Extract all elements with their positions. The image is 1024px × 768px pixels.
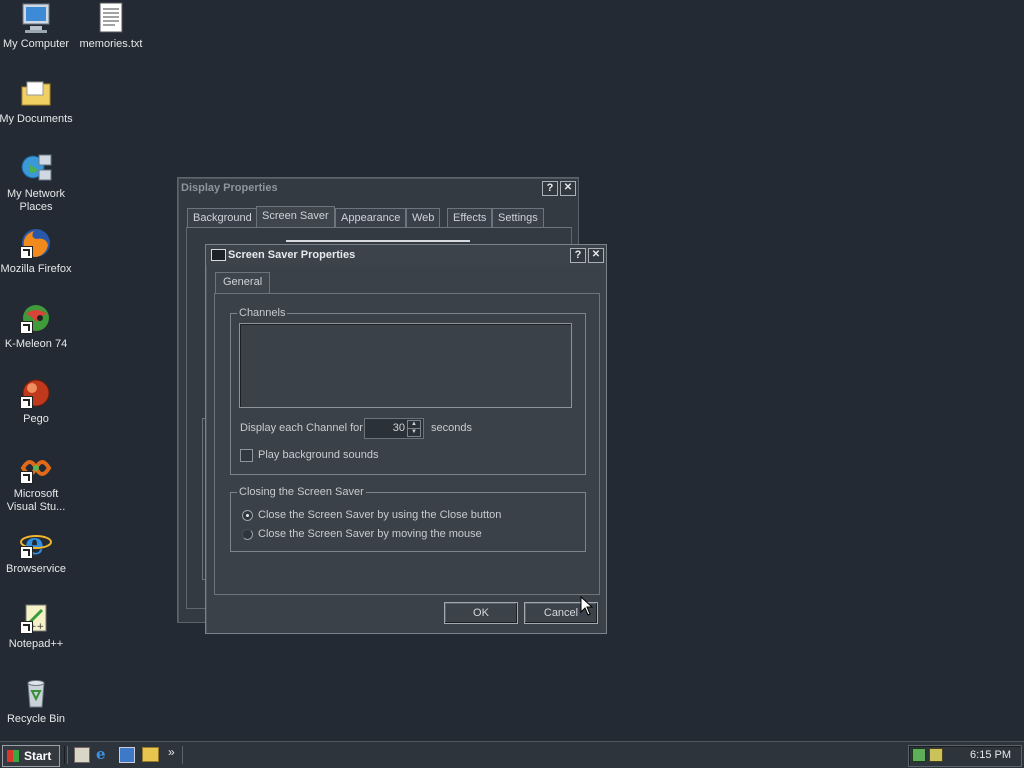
desktop-icon-browservice[interactable]: e Browservice bbox=[0, 527, 74, 576]
close-button[interactable]: ✕ bbox=[560, 181, 576, 196]
play-sounds-label: Play background sounds bbox=[258, 449, 379, 461]
desktop-icon-firefox[interactable]: Mozilla Firefox bbox=[0, 227, 74, 276]
monitor-preview-edge bbox=[286, 240, 470, 242]
taskbar: Start e » 6:15 PM bbox=[0, 741, 1024, 768]
quick-launch-separator bbox=[64, 746, 68, 764]
desktop-icon-label: Pego bbox=[23, 413, 49, 425]
channel-seconds-spinner[interactable]: 30 ▲ ▼ bbox=[364, 418, 424, 439]
radio-close-button[interactable] bbox=[242, 510, 253, 521]
help-button[interactable]: ? bbox=[542, 181, 558, 196]
visual-studio-icon bbox=[20, 452, 52, 484]
radio-move-mouse-label: Close the Screen Saver by moving the mou… bbox=[258, 528, 482, 540]
windows-explorer-icon[interactable] bbox=[142, 747, 159, 762]
desktop-icon-k-meleon[interactable]: K-Meleon 74 bbox=[0, 302, 74, 351]
quick-launch-chevron[interactable]: » bbox=[168, 745, 175, 759]
display-each-channel-label: Display each Channel for bbox=[240, 422, 363, 434]
quick-launch-bar: e » bbox=[72, 745, 182, 764]
mouse-cursor-icon bbox=[580, 595, 594, 616]
volume-tray-icon[interactable] bbox=[929, 748, 943, 762]
internet-explorer-quick-icon[interactable]: e bbox=[96, 746, 112, 762]
shortcut-arrow-icon bbox=[20, 546, 33, 559]
desktop-icon-my-computer[interactable]: My Computer bbox=[0, 2, 74, 51]
tab-settings[interactable]: Settings bbox=[492, 208, 544, 227]
system-tray: 6:15 PM bbox=[908, 745, 1022, 767]
radio-selected-dot bbox=[246, 514, 249, 517]
desktop-icon-label: memories.txt bbox=[79, 38, 143, 50]
screen-saver-window-icon bbox=[211, 249, 226, 261]
play-sounds-checkbox[interactable] bbox=[240, 449, 253, 462]
radio-move-mouse[interactable] bbox=[242, 529, 253, 540]
taskbar-separator bbox=[182, 746, 185, 764]
desktop-icon-memories[interactable]: memories.txt bbox=[73, 2, 149, 51]
firefox-icon bbox=[20, 227, 52, 259]
start-label: Start bbox=[24, 749, 52, 763]
shortcut-arrow-icon bbox=[20, 621, 33, 634]
desktop-icon-label: My Network Places bbox=[6, 188, 66, 213]
recycle-bin-icon bbox=[20, 677, 52, 709]
spinner-down-icon[interactable]: ▼ bbox=[407, 428, 421, 437]
ok-button[interactable]: OK bbox=[444, 602, 518, 624]
shortcut-arrow-icon bbox=[20, 471, 33, 484]
desktop-icon-my-documents[interactable]: My Documents bbox=[0, 77, 74, 126]
radio-close-button-label: Close the Screen Saver by using the Clos… bbox=[258, 509, 502, 521]
notepad-plus-plus-icon: ++ bbox=[20, 602, 52, 634]
desktop-icon-label: My Computer bbox=[2, 38, 70, 50]
closing-group: Closing the Screen Saver Close the Scree… bbox=[230, 486, 586, 552]
desktop-icon-visual-studio[interactable]: Microsoft Visual Stu... bbox=[0, 452, 74, 514]
outlook-express-icon[interactable] bbox=[119, 747, 135, 763]
help-button[interactable]: ? bbox=[570, 248, 586, 263]
desktop-icon-label: Notepad++ bbox=[8, 638, 64, 650]
desktop-icon-recycle-bin[interactable]: Recycle Bin bbox=[0, 677, 74, 726]
clock[interactable]: 6:15 PM bbox=[970, 749, 1011, 761]
channels-list[interactable] bbox=[239, 323, 572, 408]
shortcut-arrow-icon bbox=[20, 321, 33, 334]
close-button[interactable]: ✕ bbox=[588, 248, 604, 263]
tab-general[interactable]: General bbox=[215, 272, 271, 294]
window-title: Display Properties bbox=[181, 182, 278, 194]
dialog-title: Screen Saver Properties bbox=[228, 249, 356, 261]
screen-saver-titlebar[interactable]: Screen Saver Properties ? ✕ bbox=[206, 245, 606, 265]
folder-icon bbox=[20, 77, 52, 109]
desktop-icon-label: Mozilla Firefox bbox=[0, 263, 72, 275]
desktop-icon-notepad-plus-plus[interactable]: ++ Notepad++ bbox=[0, 602, 74, 651]
my-computer-icon bbox=[20, 2, 52, 34]
tab-screen-saver[interactable]: Screen Saver bbox=[256, 206, 335, 227]
network-places-icon bbox=[20, 152, 52, 184]
channels-legend: Channels bbox=[237, 307, 288, 319]
display-properties-titlebar[interactable]: Display Properties ? ✕ bbox=[178, 178, 578, 198]
seconds-label: seconds bbox=[431, 422, 472, 434]
tab-effects[interactable]: Effects bbox=[447, 208, 493, 227]
text-file-icon bbox=[95, 2, 127, 34]
pego-icon bbox=[20, 377, 52, 409]
tab-background[interactable]: Background bbox=[187, 208, 258, 227]
shortcut-arrow-icon bbox=[20, 396, 33, 409]
desktop-icon-label: K-Meleon 74 bbox=[4, 338, 68, 350]
desktop-icon-label: Microsoft Visual Stu... bbox=[6, 488, 66, 513]
screen-saver-properties-dialog[interactable]: Screen Saver Properties ? ✕ General Chan… bbox=[205, 244, 607, 634]
display-properties-tabs: Background Screen Saver Appearance Web E… bbox=[187, 206, 567, 228]
start-button[interactable]: Start bbox=[2, 745, 60, 767]
show-desktop-icon[interactable] bbox=[74, 747, 90, 763]
channel-seconds-value[interactable]: 30 bbox=[393, 422, 405, 434]
desktop-icon-pego[interactable]: Pego bbox=[0, 377, 74, 426]
desktop-icon-label: My Documents bbox=[0, 113, 73, 125]
network-tray-icon[interactable] bbox=[912, 748, 926, 762]
shortcut-arrow-icon bbox=[20, 246, 33, 259]
channels-group: Channels Display each Channel for 30 ▲ ▼… bbox=[230, 307, 586, 475]
desktop-icon-label: Browservice bbox=[6, 563, 66, 575]
closing-legend: Closing the Screen Saver bbox=[237, 486, 366, 498]
tab-web[interactable]: Web bbox=[406, 208, 441, 227]
k-meleon-icon bbox=[20, 302, 52, 334]
desktop-icon-network-places[interactable]: My Network Places bbox=[0, 152, 74, 214]
internet-explorer-icon: e bbox=[20, 527, 52, 562]
tab-appearance[interactable]: Appearance bbox=[335, 208, 407, 227]
windows-logo-icon bbox=[7, 750, 19, 762]
desktop-icon-label: Recycle Bin bbox=[6, 713, 66, 725]
